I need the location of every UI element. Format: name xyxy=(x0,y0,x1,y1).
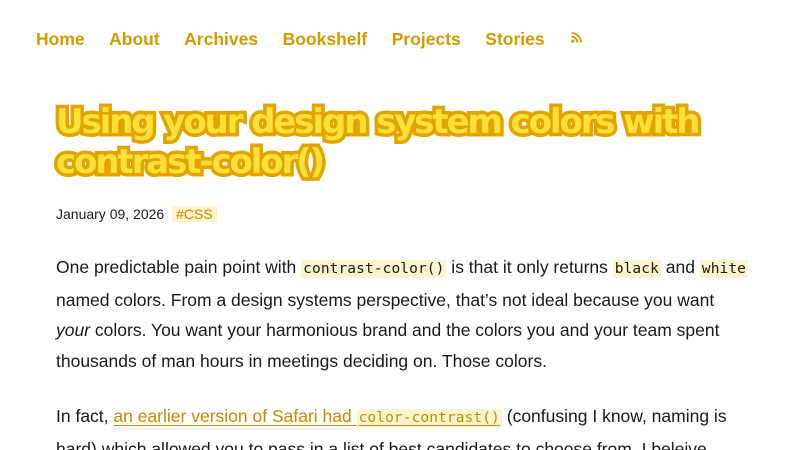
post-meta: January 09, 2026 #CSS xyxy=(56,205,217,223)
link-text: an earlier version of Safari had xyxy=(113,405,357,426)
text-run: named colors. From a design systems pers… xyxy=(56,289,715,310)
tag-css-link[interactable]: #CSS xyxy=(172,206,217,222)
text-run: and xyxy=(660,257,700,277)
inline-code-black: black xyxy=(612,260,661,278)
nav-projects-link[interactable]: Projects xyxy=(392,28,461,50)
text-run: In fact, xyxy=(56,405,114,426)
nav-archives-link[interactable]: Archives xyxy=(184,28,258,50)
inline-code-contrast-color: contrast-color() xyxy=(301,260,447,278)
inline-code-white: white xyxy=(699,260,749,278)
text-run: One predictable pain point with xyxy=(56,257,302,277)
paragraph-2: In fact, an earlier version of Safari ha… xyxy=(56,401,750,450)
post-date: January 09, 2026 xyxy=(56,206,165,222)
nav-about-link[interactable]: About xyxy=(109,28,160,50)
safari-color-contrast-link[interactable]: an earlier version of Safari had color-c… xyxy=(113,405,502,427)
rss-feed-icon[interactable] xyxy=(571,31,583,43)
nav-bookshelf-link[interactable]: Bookshelf xyxy=(283,28,368,50)
nav-home-link[interactable]: Home xyxy=(36,28,85,50)
page-title: Using your design system colors with con… xyxy=(53,99,704,186)
main-nav: Home About Archives Bookshelf Projects S… xyxy=(36,28,607,50)
inline-code-color-contrast: color-contrast() xyxy=(356,408,502,427)
text-run: is that it only returns xyxy=(446,257,613,277)
text-run: colors. You want your harmonious brand a… xyxy=(56,320,720,372)
article-body: One predictable pain point with contrast… xyxy=(56,252,750,450)
nav-stories-link[interactable]: Stories xyxy=(485,28,544,50)
emphasis-your: your xyxy=(56,320,91,341)
paragraph-1: One predictable pain point with contrast… xyxy=(56,252,750,377)
